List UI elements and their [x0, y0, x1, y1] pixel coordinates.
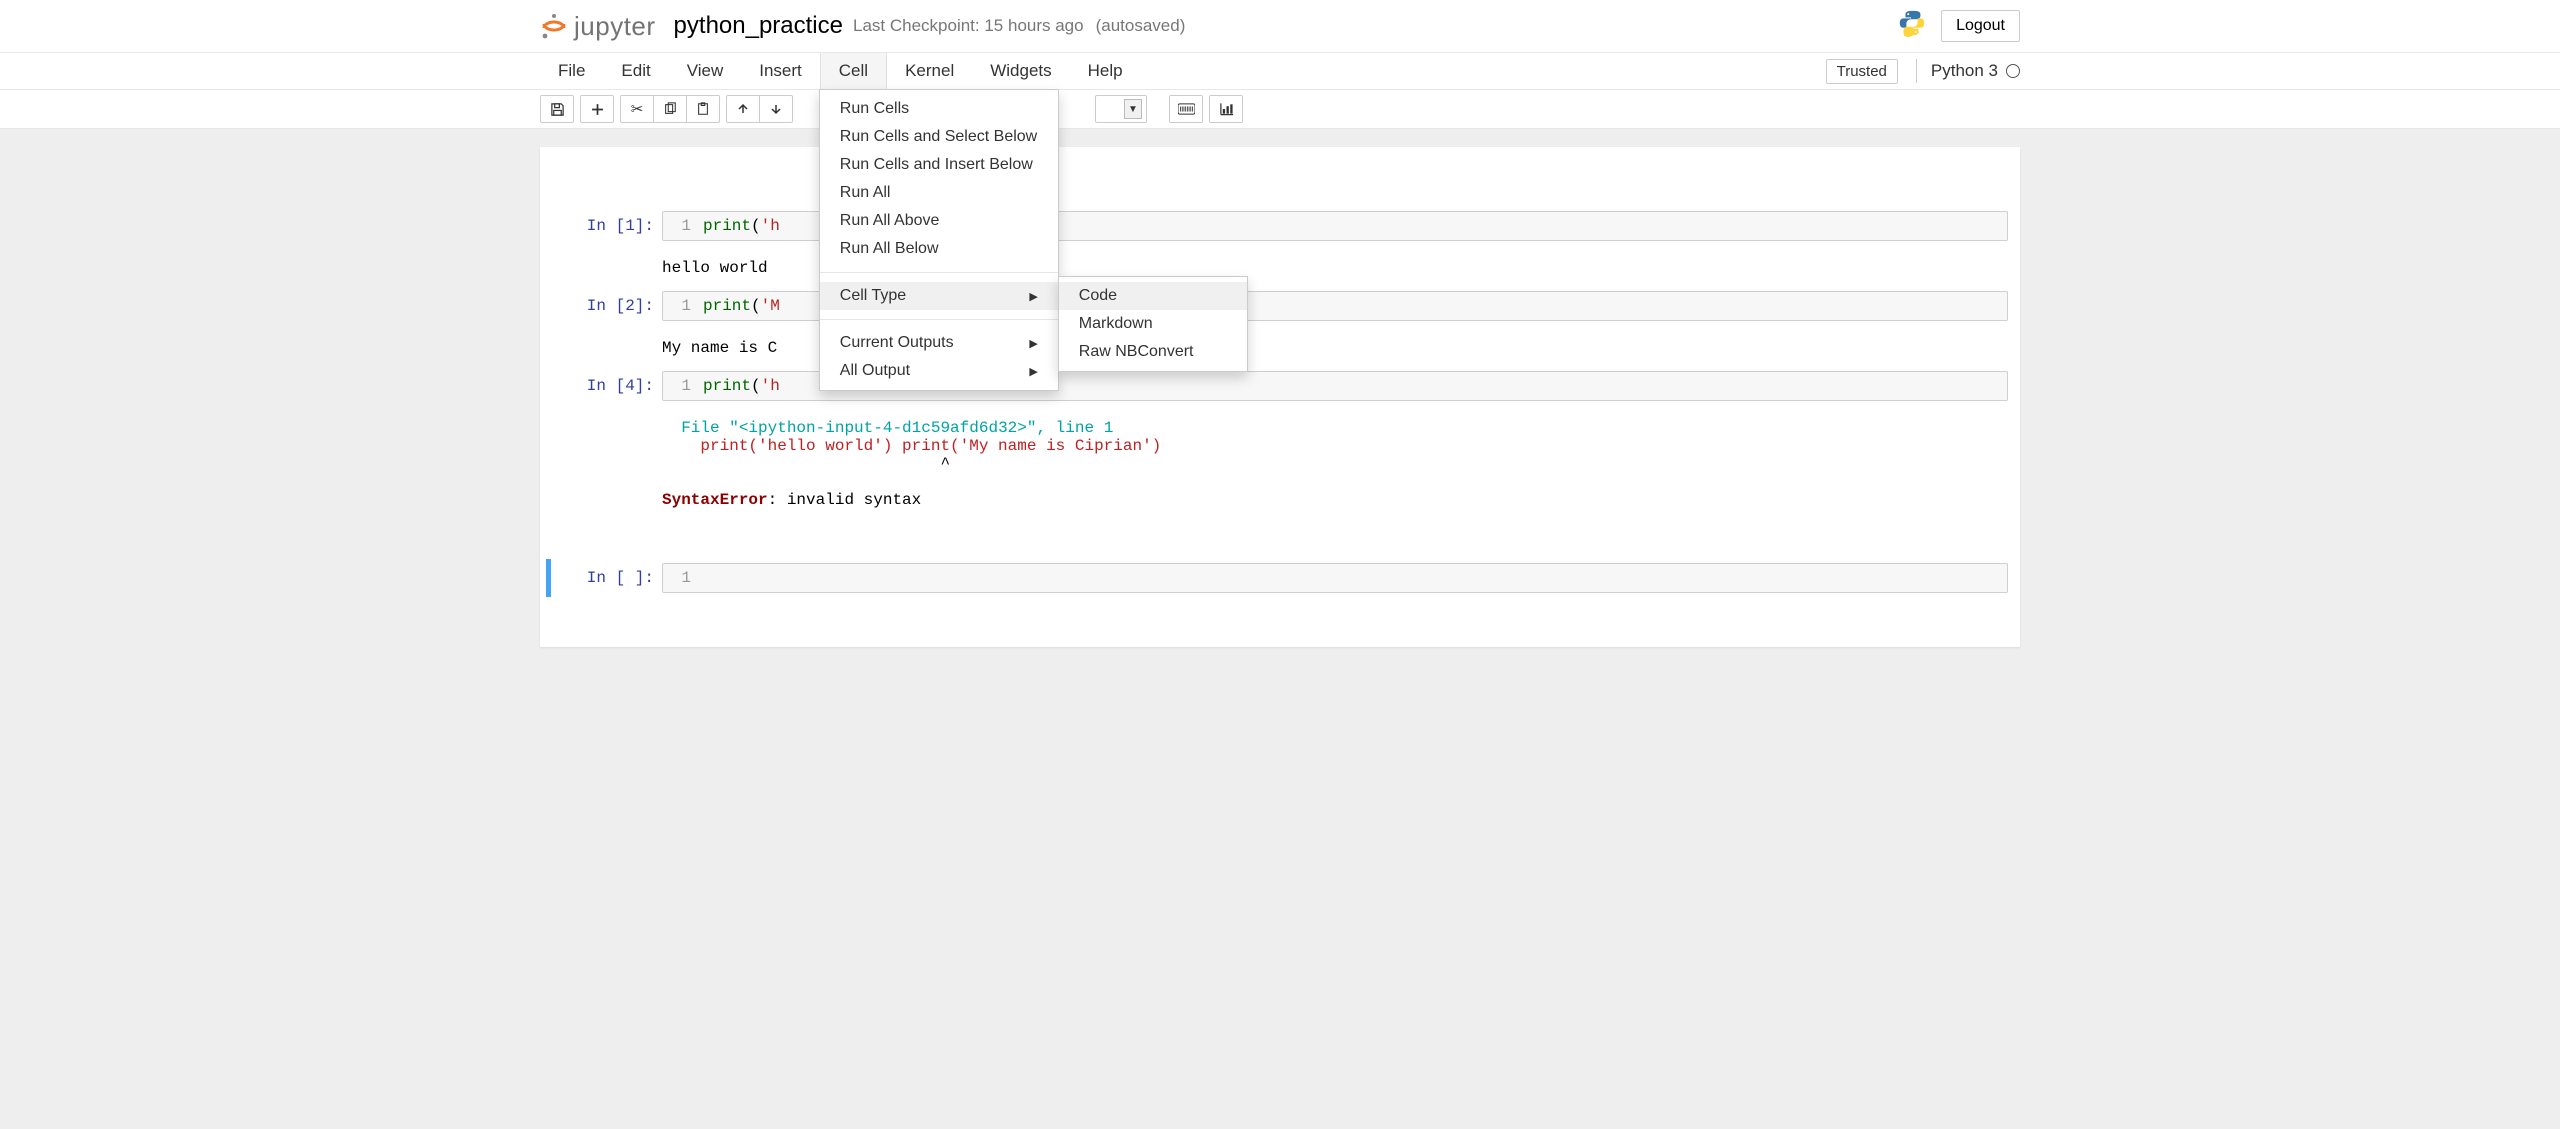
toolbar: ✂ ▼	[0, 90, 2560, 129]
menu-all-output[interactable]: All Output▶	[820, 357, 1058, 385]
kernel-indicator[interactable]: Python 3	[1916, 59, 2020, 83]
menu-edit[interactable]: Edit	[603, 53, 668, 89]
line-number: 1	[663, 217, 701, 235]
menu-run-cells[interactable]: Run Cells	[820, 95, 1058, 123]
menu-items: File Edit View Insert Cell Kernel Widget…	[540, 53, 1141, 89]
menubar: File Edit View Insert Cell Kernel Widget…	[0, 53, 2560, 90]
menu-divider	[820, 272, 1058, 273]
menu-cell-type[interactable]: Cell Type▶	[820, 282, 1058, 310]
stdout-text: My name is C	[662, 333, 777, 357]
chevron-right-icon: ▶	[1029, 337, 1037, 350]
kernel-status-icon	[2006, 64, 2020, 78]
celltype-submenu: Code Markdown Raw NBConvert	[1058, 276, 1248, 372]
move-down-button[interactable]	[759, 95, 793, 123]
menu-insert[interactable]: Insert	[741, 53, 820, 89]
line-number: 1	[663, 569, 701, 587]
cell-dropdown: Run Cells Run Cells and Select Below Run…	[819, 89, 1059, 391]
kernel-name: Python 3	[1931, 61, 1998, 81]
menu-cell[interactable]: Cell	[820, 53, 887, 89]
page-body: In [1]: 1 print('h hello world In [2]: 1…	[0, 129, 2560, 1129]
move-up-button[interactable]	[726, 95, 760, 123]
chart-button[interactable]	[1209, 95, 1243, 123]
checkpoint-status: Last Checkpoint: 15 hours ago	[853, 16, 1084, 36]
celltype-raw-nbconvert[interactable]: Raw NBConvert	[1059, 338, 1247, 366]
code-cell-selected[interactable]: In [ ]: 1	[546, 559, 2014, 597]
autosave-status: (autosaved)	[1096, 16, 1186, 36]
traceback: File "<ipython-input-4-d1c59afd6d32>", l…	[662, 413, 1161, 509]
python-logo-icon	[1897, 8, 1927, 45]
code-cell[interactable]: In [1]: 1 print('h	[546, 207, 2014, 245]
trusted-indicator[interactable]: Trusted	[1826, 59, 1898, 84]
menu-run-cells-select-below[interactable]: Run Cells and Select Below	[820, 123, 1058, 151]
cut-button[interactable]: ✂	[620, 95, 654, 123]
output-area: File "<ipython-input-4-d1c59afd6d32>", l…	[546, 411, 2014, 519]
menu-help[interactable]: Help	[1070, 53, 1141, 89]
menu-run-all-above[interactable]: Run All Above	[820, 207, 1058, 235]
menu-current-outputs[interactable]: Current Outputs▶	[820, 329, 1058, 357]
input-prompt: In [4]:	[552, 371, 662, 401]
output-area: hello world	[546, 251, 2014, 287]
code-cell[interactable]: In [4]: 1 print('h	[546, 367, 2014, 405]
paste-button[interactable]	[686, 95, 720, 123]
chevron-down-icon: ▼	[1124, 99, 1142, 119]
stdout-text: hello world	[662, 253, 768, 277]
chevron-right-icon: ▶	[1029, 365, 1037, 378]
add-cell-button[interactable]	[580, 95, 614, 123]
save-button[interactable]	[540, 95, 574, 123]
celltype-select[interactable]: ▼	[1095, 95, 1147, 123]
menu-file[interactable]: File	[540, 53, 603, 89]
output-area: My name is C	[546, 331, 2014, 367]
chevron-right-icon: ▶	[1029, 290, 1037, 303]
menu-run-cells-insert-below[interactable]: Run Cells and Insert Below	[820, 151, 1058, 179]
scissors-icon: ✂	[631, 100, 644, 118]
notebook-name[interactable]: python_practice	[674, 12, 843, 40]
logout-button[interactable]: Logout	[1941, 10, 2020, 42]
menu-run-all-below[interactable]: Run All Below	[820, 235, 1058, 263]
menu-divider	[820, 319, 1058, 320]
menu-kernel[interactable]: Kernel	[887, 53, 972, 89]
code-input[interactable]: 1	[662, 563, 2008, 593]
copy-button[interactable]	[653, 95, 687, 123]
input-prompt: In [1]:	[552, 211, 662, 241]
code-cell[interactable]: In [2]: 1 print('M	[546, 287, 2014, 325]
jupyter-logo-icon	[540, 12, 568, 40]
header: jupyter python_practice Last Checkpoint:…	[0, 0, 2560, 53]
jupyter-logo[interactable]: jupyter	[540, 11, 656, 42]
line-number: 1	[663, 377, 701, 395]
menu-widgets[interactable]: Widgets	[972, 53, 1069, 89]
input-prompt: In [ ]:	[552, 563, 662, 593]
line-number: 1	[663, 297, 701, 315]
command-palette-button[interactable]	[1169, 95, 1203, 123]
menu-run-all[interactable]: Run All	[820, 179, 1058, 207]
logo-text: jupyter	[574, 11, 656, 42]
celltype-markdown[interactable]: Markdown	[1059, 310, 1247, 338]
menu-view[interactable]: View	[669, 53, 742, 89]
celltype-code[interactable]: Code	[1059, 282, 1247, 310]
notebook-container: In [1]: 1 print('h hello world In [2]: 1…	[540, 147, 2020, 647]
input-prompt: In [2]:	[552, 291, 662, 321]
